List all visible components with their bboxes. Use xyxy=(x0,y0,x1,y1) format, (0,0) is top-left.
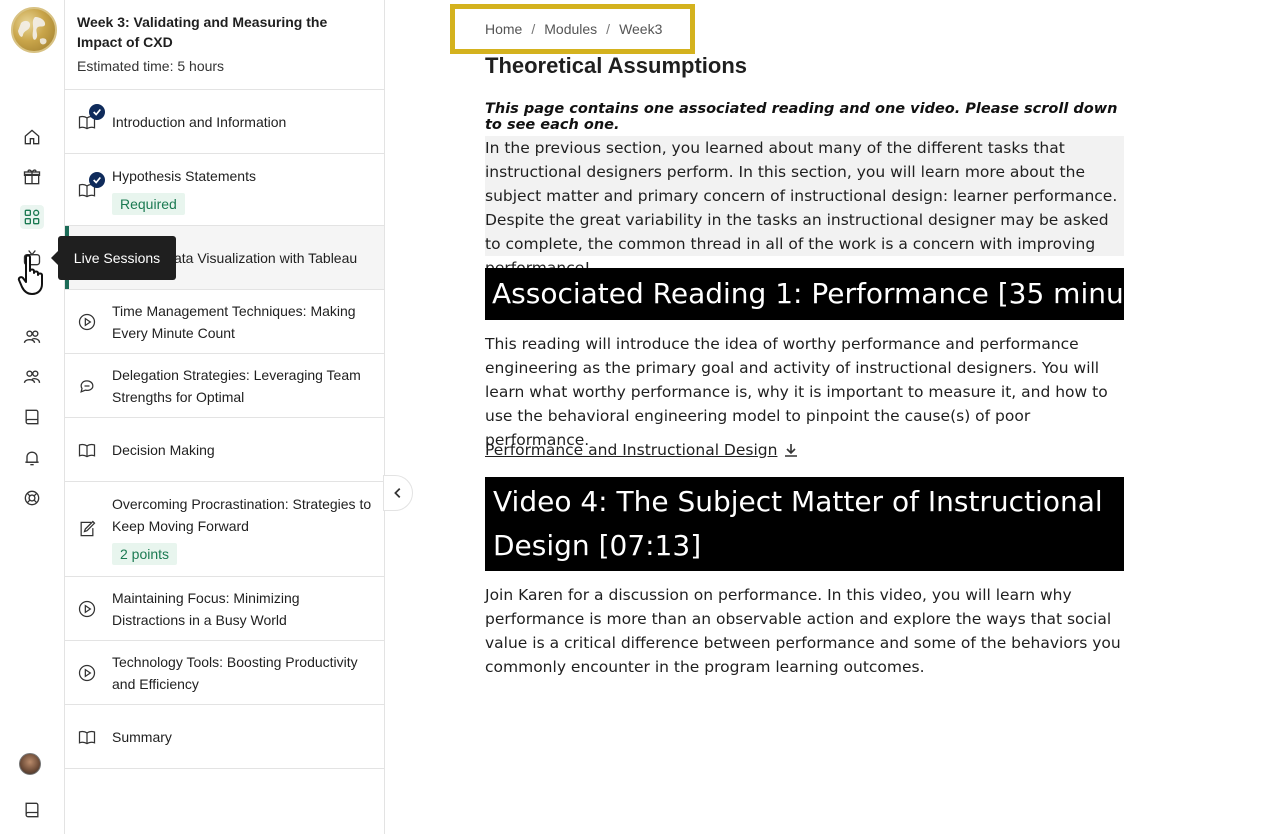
module-item-label: Introduction and Information xyxy=(112,113,287,130)
hand-cursor-icon xyxy=(17,254,43,295)
reading-description: This reading will introduce the idea of … xyxy=(485,335,1108,449)
live-sessions-tooltip: Live Sessions xyxy=(51,236,176,280)
collapse-panel-button[interactable] xyxy=(383,475,413,511)
gift-icon[interactable] xyxy=(20,165,44,189)
icon-rail xyxy=(0,0,64,834)
assignment-icon xyxy=(77,519,97,539)
points-badge: 2 points xyxy=(112,543,178,565)
module-item-procrastination[interactable]: Overcoming Procrastination: Strategies t… xyxy=(65,482,384,577)
breadcrumb-current: Week3 xyxy=(619,21,663,37)
module-item-time-management[interactable]: Time Management Techniques: Making Every… xyxy=(65,290,384,354)
module-item-label: Technology Tools: Boosting Productivity … xyxy=(112,653,358,692)
module-item-delegation[interactable]: Delegation Strategies: Leveraging Team S… xyxy=(65,354,384,418)
module-item-label: Hypothesis Statements xyxy=(112,167,256,184)
book-icon[interactable] xyxy=(20,405,44,429)
module-title: Week 3: Validating and Measuring the Imp… xyxy=(77,14,328,50)
completed-check-icon xyxy=(89,172,105,188)
reading-download-link[interactable]: Performance and Instructional Design xyxy=(485,441,799,459)
play-icon xyxy=(77,599,97,619)
play-icon xyxy=(77,663,97,683)
page-title: Theoretical Assumptions xyxy=(485,53,748,78)
breadcrumb-modules[interactable]: Modules xyxy=(544,21,597,37)
video-description: Join Karen for a discussion on performan… xyxy=(485,586,1121,676)
people-icon[interactable] xyxy=(20,325,44,349)
module-item-label: Maintaining Focus: Minimizing Distractio… xyxy=(112,589,300,628)
module-item-label: Summary xyxy=(112,728,172,745)
module-panel: Week 3: Validating and Measuring the Imp… xyxy=(64,0,385,834)
module-item-hypothesis[interactable]: Hypothesis Statements Required xyxy=(65,154,384,226)
reading-link-label[interactable]: Performance and Instructional Design xyxy=(485,441,777,459)
breadcrumb-separator: / xyxy=(531,21,536,37)
play-icon xyxy=(77,312,97,332)
module-item-label: Overcoming Procrastination: Strategies t… xyxy=(112,496,372,534)
module-item-maintaining-focus[interactable]: Maintaining Focus: Minimizing Distractio… xyxy=(65,577,384,641)
completed-check-icon xyxy=(89,104,105,120)
home-icon[interactable] xyxy=(20,125,44,149)
reading-heading: Associated Reading 1: Performance [35 mi… xyxy=(485,268,1177,320)
discussion-icon xyxy=(77,376,97,396)
breadcrumb-separator: / xyxy=(606,21,611,37)
chevron-left-icon xyxy=(394,488,401,498)
help-icon[interactable] xyxy=(20,486,44,510)
download-icon[interactable] xyxy=(783,442,799,458)
module-header: Week 3: Validating and Measuring the Imp… xyxy=(65,0,384,90)
breadcrumb-home[interactable]: Home xyxy=(485,21,522,37)
user-avatar[interactable] xyxy=(19,753,41,775)
module-item-technology-tools[interactable]: Technology Tools: Boosting Productivity … xyxy=(65,641,384,705)
module-item-summary[interactable]: Summary xyxy=(65,705,384,769)
estimated-time: Estimated time: 5 hours xyxy=(77,58,225,74)
bell-icon[interactable] xyxy=(20,446,44,470)
required-badge: Required xyxy=(112,192,185,215)
module-item-decision-making[interactable]: Decision Making xyxy=(65,418,384,482)
library-icon[interactable] xyxy=(20,798,44,822)
module-item-label: Decision Making xyxy=(112,441,215,458)
breadcrumb: Home / Modules / Week3 xyxy=(460,14,685,44)
section-paragraph: In the previous section, you learned abo… xyxy=(485,136,1124,277)
modules-icon[interactable] xyxy=(20,205,44,229)
intro-text: This page contains one associated readin… xyxy=(485,101,1118,133)
book-open-icon xyxy=(77,727,97,747)
module-item-introduction[interactable]: Introduction and Information xyxy=(65,90,384,154)
module-item-label: Time Management Techniques: Making Every… xyxy=(112,302,356,341)
groups-icon[interactable] xyxy=(20,365,44,389)
book-open-icon xyxy=(77,440,97,460)
video-heading: Video 4: The Subject Matter of Instructi… xyxy=(485,477,1124,571)
module-item-label: Delegation Strategies: Leveraging Team S… xyxy=(112,366,361,405)
university-logo-icon[interactable] xyxy=(11,7,57,53)
